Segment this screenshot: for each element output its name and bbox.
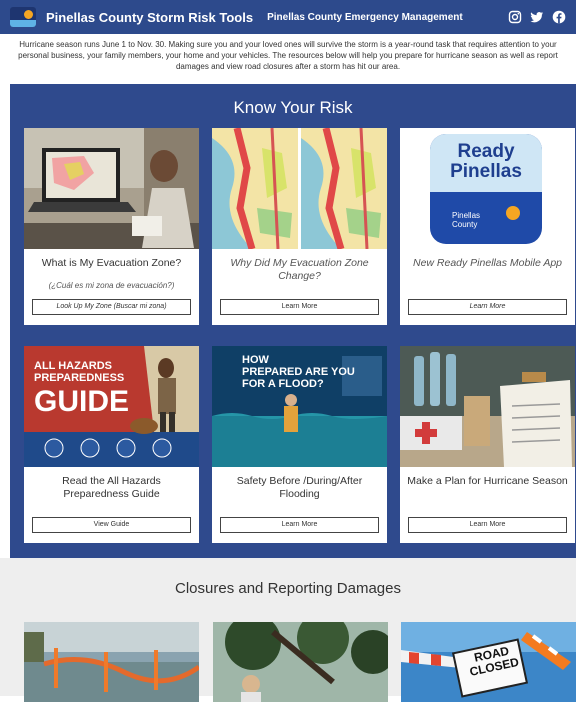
card-title: Read the All Hazards Preparedness Guide [62,475,161,500]
card-image-guide-cover: ALL HAZARDS PREPAREDNESS GUIDE [24,346,199,467]
ready-line: Ready [457,141,515,162]
flood-line-1: HOW [242,354,269,366]
badge-text: Pinellas County [452,211,481,229]
app-icon: Ready Pinellas Pinellas County [430,134,542,244]
card-hurricane-plan: Make a Plan for Hurricane Season Learn M… [400,346,575,543]
org-link[interactable]: Pinellas County Emergency Management [267,12,463,23]
app-title[interactable]: Pinellas County Storm Risk Tools [46,10,253,25]
pinellas-county-logo[interactable] [10,7,36,27]
card-title: New Ready Pinellas Mobile App [412,257,563,269]
card-preparedness-guide: ALL HAZARDS PREPAREDNESS GUIDE Read the … [24,346,199,543]
top-bar: Pinellas County Storm Risk Tools Pinella… [0,0,576,34]
instagram-icon[interactable] [508,10,522,24]
closures-section: Closures and Reporting Damages ROAD CLOS… [0,558,576,702]
card-title: Safety Before /During/After Flooding [236,475,363,500]
fallen-tree-image[interactable] [213,622,388,702]
card-flooding-safety: HOW PREPARED ARE YOU FOR A FLOOD? Safety… [212,346,387,543]
guide-line-2: PREPAREDNESS [34,372,125,384]
card-title: Make a Plan for Hurricane Season [407,475,568,487]
card-image-zone-maps [212,128,387,249]
county-badge: Pinellas County [450,204,522,232]
section-title: Closures and Reporting Damages [175,580,401,597]
flooded-street-image[interactable] [24,622,199,702]
card-zone-change: Why Did My Evacuation Zone Change? Learn… [212,128,387,325]
learn-more-button[interactable]: Learn More [220,299,379,315]
learn-more-button[interactable]: Learn More [408,517,567,533]
card-image-ready-pinellas: Ready Pinellas Pinellas County [400,128,575,249]
intro-text: Hurricane season runs June 1 to Nov. 30.… [18,40,558,71]
pinellas-line: Pinellas [450,161,522,182]
card-title: Why Did My Evacuation Zone Change? [230,257,369,282]
learn-more-button[interactable]: Learn More [408,299,567,315]
learn-more-button[interactable]: Learn More [220,517,379,533]
road-closed-image[interactable]: ROAD CLOSED [401,622,576,702]
guide-line-1: ALL HAZARDS [34,360,113,372]
sun-shape [24,10,33,19]
facebook-icon[interactable] [552,10,566,24]
social-links [508,10,566,24]
flood-line-3: FOR A FLOOD? [242,378,324,390]
know-your-risk-section: Know Your Risk What is My Evacuation Zon… [10,84,576,558]
card-image-supplies [400,346,575,467]
twitter-icon[interactable] [530,10,544,24]
card-evacuation-zone: What is My Evacuation Zone? (¿Cuál es mi… [24,128,199,325]
view-guide-button[interactable]: View Guide [32,517,191,533]
card-image-laptop-map [24,128,199,249]
card-subtitle: (¿Cuál es mi zona de evacuación?) [48,281,175,290]
look-up-zone-button[interactable]: Look Up My Zone (Buscar mi zona) [32,299,191,315]
wave-shape [10,20,36,27]
card-image-flood: HOW PREPARED ARE YOU FOR A FLOOD? [212,346,387,467]
sun-icon [506,206,520,220]
card-title: What is My Evacuation Zone? [41,257,182,269]
section-title: Know Your Risk [233,98,353,117]
guide-line-3: GUIDE [34,385,130,418]
card-mobile-app: Ready Pinellas Pinellas County New Ready… [400,128,575,325]
flood-line-2: PREPARED ARE YOU [242,366,355,378]
